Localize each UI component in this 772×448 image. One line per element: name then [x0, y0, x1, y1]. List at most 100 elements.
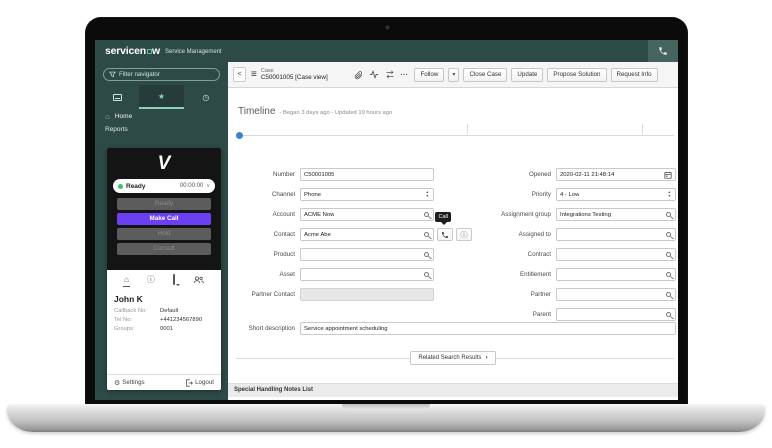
- call-contact-button[interactable]: [437, 228, 453, 241]
- timeline-track[interactable]: [228, 122, 678, 140]
- softphone-tabs: ⌂ ⓘ: [107, 270, 221, 290]
- logo-square-o-icon: [146, 49, 152, 54]
- update-button[interactable]: Update: [511, 67, 544, 82]
- asset-lookup-field[interactable]: [300, 268, 434, 281]
- form-row-entitlement: Entitlement: [476, 268, 676, 281]
- lookup-icon[interactable]: [666, 272, 671, 277]
- assigned-to-lookup-field[interactable]: [556, 228, 676, 241]
- timeline-handle[interactable]: [236, 132, 243, 139]
- channel-select[interactable]: Phone: [300, 188, 434, 201]
- propose-solution-button[interactable]: Propose Solution: [547, 67, 607, 82]
- laptop-mockup: servicen w Service Management Filter nav…: [0, 0, 772, 448]
- tab-chat-icon[interactable]: [172, 274, 176, 286]
- call-tooltip: Call: [435, 212, 452, 225]
- hold-button: Hold: [117, 228, 211, 240]
- chat-bubble-icon: [172, 274, 175, 285]
- tab-home-icon[interactable]: ⌂: [123, 274, 130, 287]
- form-row-partner-contact: Partner Contact: [236, 288, 434, 301]
- agent-status-dropdown[interactable]: Ready 00:00:00 ∨: [113, 179, 215, 193]
- star-icon: ★: [157, 91, 166, 101]
- follow-dropdown-button[interactable]: ▾: [448, 67, 460, 82]
- select-arrows-icon: [426, 191, 430, 198]
- chevron-down-icon: ∨: [206, 183, 210, 189]
- assignment-group-lookup-field[interactable]: Integrations Testing: [556, 208, 676, 221]
- record-breadcrumb: Case C50001005 [Case view]: [261, 68, 328, 82]
- special-handling-notes-bar[interactable]: Special Handling Notes List: [228, 383, 678, 397]
- priority-select[interactable]: 4 - Low: [556, 188, 676, 201]
- softphone-top: V Ready 00:00:00 ∨ Ready Make Call Hold …: [107, 148, 221, 270]
- form-column-right: Opened 2020-02-11 21:48:14 Priority 4 - …: [476, 168, 676, 321]
- filter-placeholder: Filter navigator: [119, 71, 160, 78]
- softphone-toggle-button[interactable]: [648, 40, 678, 62]
- lookup-icon[interactable]: [424, 252, 429, 257]
- form-row-contract: Contract: [476, 248, 676, 261]
- settings-button[interactable]: ⚙ Settings: [114, 379, 145, 387]
- filter-navigator-input[interactable]: Filter navigator: [103, 68, 220, 81]
- home-icon: ⌂: [105, 111, 110, 121]
- follow-button[interactable]: Follow: [414, 67, 445, 82]
- filter-settings-icon[interactable]: [385, 70, 395, 79]
- parent-lookup-field[interactable]: [556, 308, 676, 321]
- laptop-screen-bezel: servicen w Service Management Filter nav…: [85, 17, 688, 413]
- lookup-icon[interactable]: [424, 232, 429, 237]
- sidebar-item-label: Home: [114, 113, 133, 120]
- entitlement-lookup-field[interactable]: [556, 268, 676, 281]
- tab-info-icon[interactable]: ⓘ: [146, 274, 156, 286]
- related-search-divider: Related Search Results ›: [228, 350, 678, 366]
- number-field[interactable]: C50001005: [300, 168, 434, 181]
- more-options-icon[interactable]: •••: [401, 72, 409, 77]
- form-row-partner: Partner: [476, 288, 676, 301]
- lookup-icon[interactable]: [666, 212, 671, 217]
- make-call-button[interactable]: Make Call: [117, 213, 211, 225]
- phone-icon: [441, 231, 449, 239]
- lookup-icon[interactable]: [666, 252, 671, 257]
- activity-stream-icon[interactable]: [369, 70, 379, 79]
- sidebar-item-home[interactable]: ⌂ Home: [95, 109, 228, 124]
- chevron-right-icon: ›: [485, 354, 488, 361]
- attachment-icon[interactable]: [354, 70, 363, 80]
- contact-lookup-field[interactable]: Acme Abe: [300, 228, 434, 241]
- context-menu-icon[interactable]: ≡: [251, 69, 257, 80]
- tab-history[interactable]: ◷: [184, 85, 228, 109]
- tab-contacts-icon[interactable]: [192, 274, 205, 286]
- related-search-results-button[interactable]: Related Search Results ›: [410, 351, 496, 365]
- short-description-field[interactable]: Service appointment scheduling: [300, 322, 676, 335]
- form-row-priority: Priority 4 - Low: [476, 188, 676, 201]
- tab-favorites[interactable]: ★: [139, 85, 184, 109]
- webcam-icon: [385, 26, 389, 29]
- lookup-icon[interactable]: [666, 292, 671, 297]
- lookup-icon[interactable]: [424, 212, 429, 217]
- form-row-contact: Contact Acme Abe ⓘ Call: [236, 212, 472, 241]
- form-row-number: Number C50001005: [236, 168, 434, 181]
- form-row-assigned-to: Assigned to: [476, 228, 676, 241]
- product-lookup-field[interactable]: [300, 248, 434, 261]
- account-lookup-field[interactable]: ACME Now: [300, 208, 434, 221]
- caller-details: John K Callback No: Default Tel No: +44123…: [107, 290, 221, 338]
- close-case-button[interactable]: Close Case: [463, 67, 508, 82]
- logout-button[interactable]: Logout: [185, 378, 214, 387]
- laptop-base: [7, 404, 765, 432]
- contract-lookup-field[interactable]: [556, 248, 676, 261]
- form-row-product: Product: [236, 248, 434, 261]
- gear-icon: ⚙: [114, 379, 121, 387]
- lookup-icon[interactable]: [666, 232, 671, 237]
- lookup-icon[interactable]: [424, 272, 429, 277]
- request-info-button[interactable]: Request Info: [610, 67, 658, 82]
- partner-lookup-field[interactable]: [556, 288, 676, 301]
- opened-date-field[interactable]: 2020-02-11 21:48:14: [556, 168, 676, 181]
- sidebar-item-reports[interactable]: Reports: [95, 124, 228, 137]
- app-header: servicen w Service Management: [95, 40, 678, 62]
- tab-all-applications[interactable]: [95, 85, 139, 109]
- calendar-icon[interactable]: [664, 171, 672, 179]
- softphone-widget: V Ready 00:00:00 ∨ Ready Make Call Hold …: [107, 148, 221, 390]
- status-dot-icon: [118, 183, 123, 189]
- contact-info-button[interactable]: ⓘ: [456, 228, 472, 241]
- form-row-asset: Asset: [236, 268, 434, 281]
- consult-button: Consult: [117, 243, 211, 255]
- partner-contact-field: [300, 288, 434, 301]
- toolbar-icons: •••: [354, 70, 409, 80]
- lookup-icon[interactable]: [666, 312, 671, 317]
- back-button[interactable]: <: [233, 67, 246, 82]
- funnel-icon: [109, 71, 116, 78]
- logout-icon: [185, 378, 193, 387]
